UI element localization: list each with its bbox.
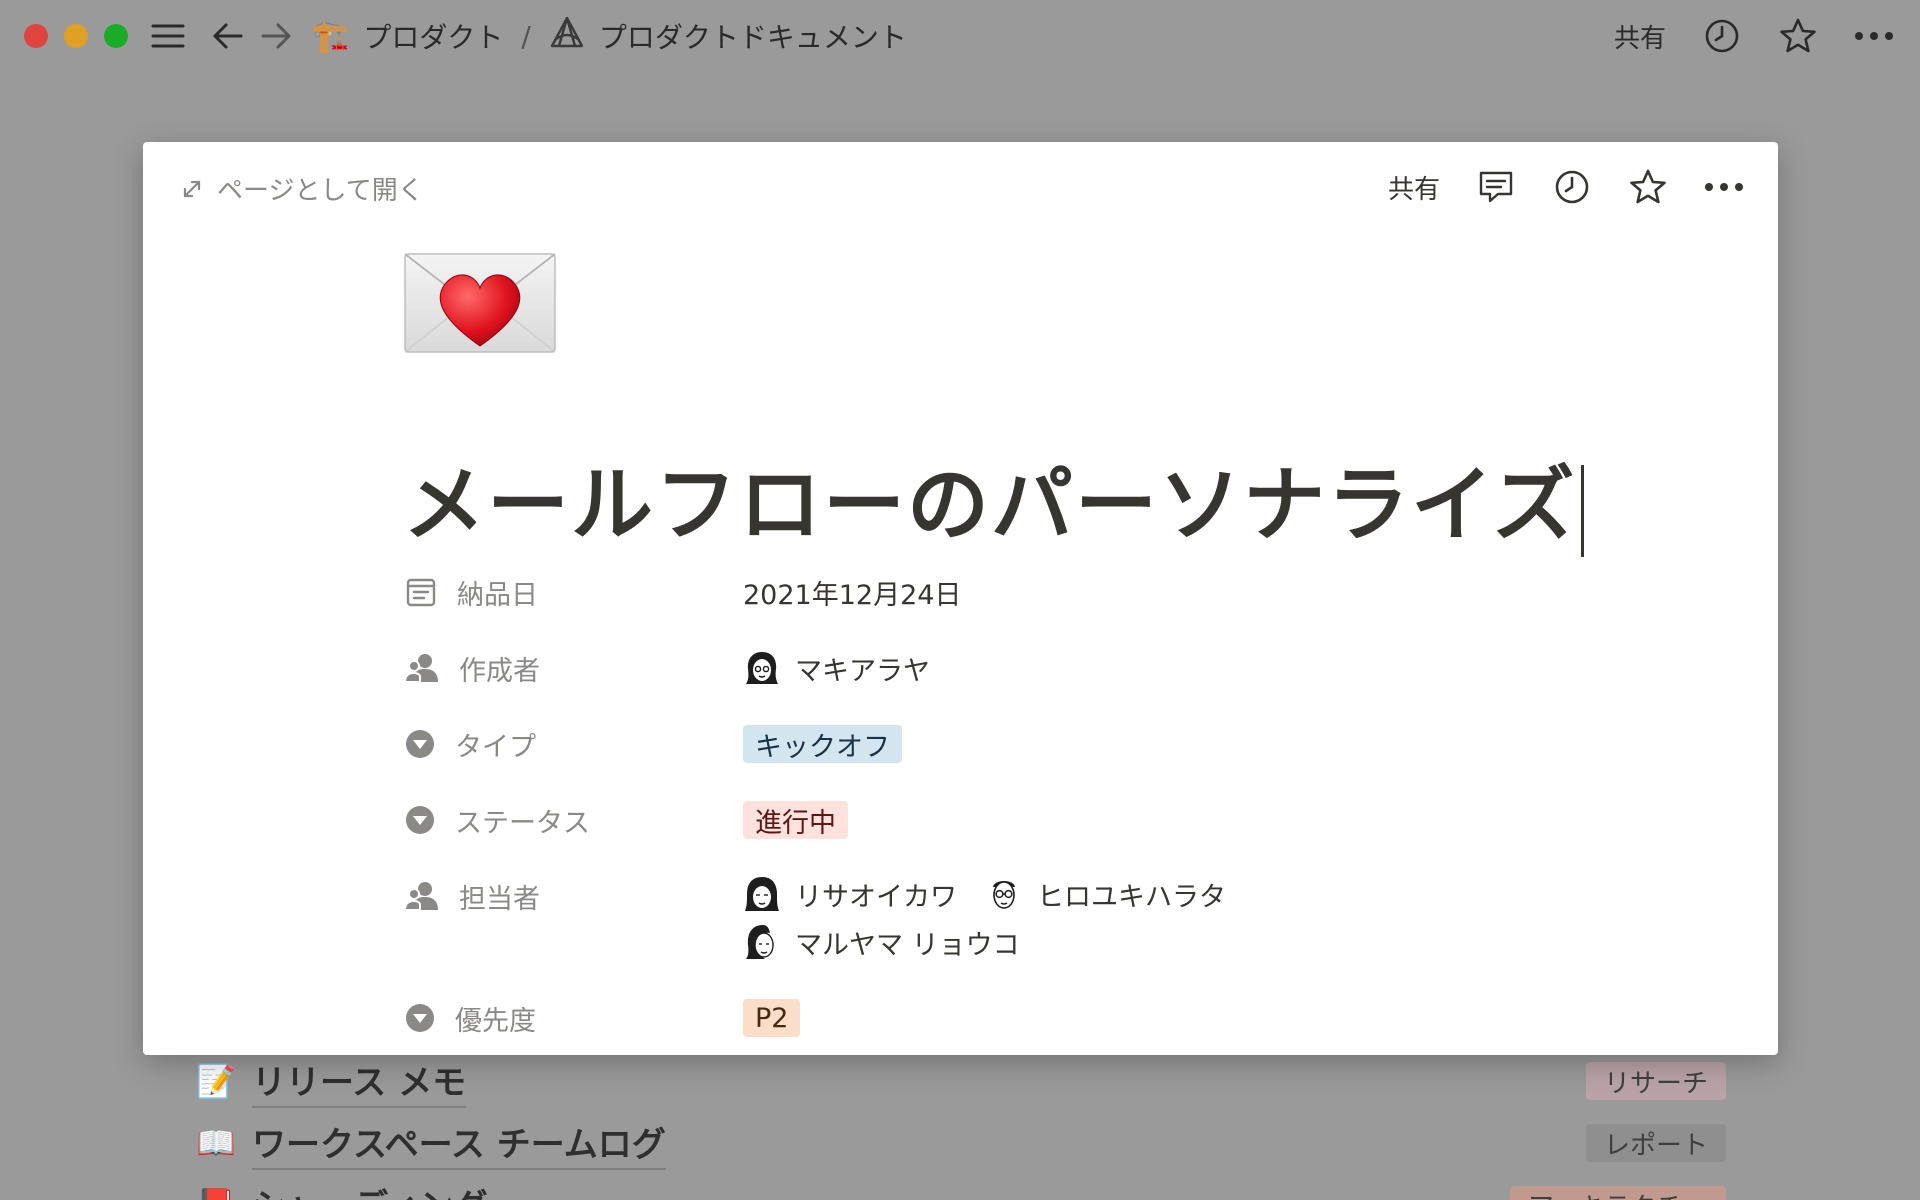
due-date-value: 2021年12月24日 [743, 579, 962, 611]
list-item-tag: アーキテクチャ [1509, 1186, 1726, 1200]
close-window-button[interactable] [24, 24, 48, 48]
person-icon [405, 654, 438, 683]
list-item-tag: リサーチ [1585, 1062, 1726, 1100]
property-value[interactable]: キックオフ [743, 718, 902, 770]
person-icon [405, 882, 438, 911]
property-label: 担当者 [459, 883, 540, 915]
property-value[interactable]: リサオイカワ ヒロユキハラタ マルヤマ リョウコ [743, 870, 1303, 966]
love-letter-icon[interactable] [403, 242, 557, 366]
property-value[interactable]: P2 [743, 992, 801, 1044]
modal-more-options-icon[interactable] [1704, 167, 1744, 207]
back-arrow-icon[interactable] [210, 18, 246, 54]
comment-icon[interactable] [1476, 167, 1516, 207]
list-item[interactable]: 📖 ワークスペース チームログ レポート [196, 1112, 1726, 1174]
property-value[interactable]: マキアラヤ [743, 642, 958, 694]
avatar [743, 875, 781, 913]
sidebar-toggle-icon[interactable] [150, 18, 186, 54]
modal-header: ページとして開く 共有 [143, 142, 1778, 232]
product-docs-icon [549, 15, 585, 57]
status-tag[interactable]: 進行中 [743, 801, 848, 839]
property-name[interactable]: タイプ [405, 718, 743, 770]
expand-icon [183, 180, 201, 197]
forward-arrow-icon[interactable] [258, 18, 294, 54]
property-label: 優先度 [455, 1005, 536, 1037]
person-name: マルヤマ リョウコ [795, 929, 1020, 961]
type-tag[interactable]: キックオフ [743, 725, 902, 763]
person-name: ヒロユキハラタ [1037, 881, 1226, 913]
property-row-creator[interactable]: 作成者 マキアラヤ [405, 642, 1605, 718]
select-icon [406, 730, 434, 758]
person-name: マキアラヤ [795, 655, 930, 687]
property-row-assignees[interactable]: 担当者 リサオイカワ ヒロユキハラタ マルヤマ リョウコ [405, 870, 1605, 992]
property-name[interactable]: 納品日 [405, 566, 743, 618]
property-row-due-date[interactable]: 納品日 2021年12月24日 [405, 566, 1605, 642]
clock-icon[interactable] [1702, 16, 1742, 56]
person-chip[interactable]: マキアラヤ [743, 644, 930, 692]
property-name[interactable]: 担当者 [405, 870, 743, 922]
breadcrumb: 🏗️ プロダクト / プロダクトドキュメント [312, 16, 907, 56]
page-title[interactable]: メールフローのパーソナライズ [403, 438, 1584, 557]
memo-icon: 📝 [196, 1062, 236, 1100]
red-book-icon: 📕 [196, 1186, 252, 1200]
window-controls [24, 24, 128, 48]
modal-actions: 共有 [1388, 162, 1744, 212]
select-icon [406, 806, 434, 834]
page-peek-modal: ページとして開く 共有 メールフローのパーソナライズ 納品日 2021年12月2… [143, 142, 1778, 1055]
list-item-title[interactable]: リリース メモ [252, 1055, 467, 1108]
property-value[interactable]: 進行中 [743, 794, 848, 846]
crane-icon: 🏗️ [312, 18, 350, 54]
property-name[interactable]: ステータス [405, 794, 743, 846]
person-name: リサオイカワ [795, 881, 957, 913]
avatar [985, 875, 1023, 913]
avatar [743, 923, 781, 961]
property-name[interactable]: 優先度 [405, 992, 743, 1044]
open-as-page-label: ページとして開く [217, 176, 424, 206]
list-item-title[interactable]: ワークスペース チームログ [252, 1117, 666, 1170]
list-item-tag: レポート [1585, 1124, 1726, 1162]
property-list: 納品日 2021年12月24日 作成者 マキアラヤ タイプ キックオフ ステータ… [405, 566, 1605, 1055]
open-as-page-button[interactable]: ページとして開く [181, 170, 424, 207]
property-row-status[interactable]: ステータス 進行中 [405, 794, 1605, 870]
property-label: 作成者 [459, 655, 540, 687]
window-titlebar: 🏗️ プロダクト / プロダクトドキュメント 共有 [0, 0, 1920, 72]
titlebar-actions: 共有 [1614, 14, 1894, 58]
property-label: ステータス [455, 807, 590, 839]
zoom-window-button[interactable] [104, 24, 128, 48]
breadcrumb-separator: / [521, 19, 531, 53]
modal-share-button[interactable]: 共有 [1388, 169, 1440, 206]
list-item[interactable]: 📕 シャーディング アーキテクチャ [196, 1174, 1726, 1200]
page-title-text: メールフローのパーソナライズ [403, 458, 1577, 553]
share-button[interactable]: 共有 [1614, 18, 1666, 55]
person-chip[interactable]: マルヤマ リョウコ [743, 918, 1020, 966]
avatar [743, 649, 781, 687]
priority-tag[interactable]: P2 [743, 999, 801, 1037]
calendar-icon [406, 578, 436, 607]
property-label: 納品日 [457, 579, 538, 611]
property-name[interactable]: 作成者 [405, 642, 743, 694]
minimize-window-button[interactable] [64, 24, 88, 48]
more-options-icon[interactable] [1854, 16, 1894, 56]
history-clock-icon[interactable] [1552, 167, 1592, 207]
property-value[interactable]: 2021年12月24日 [743, 566, 961, 618]
background-page-list: 📝 リリース メモ リサーチ 📖 ワークスペース チームログ レポート 📕 シャ… [196, 1050, 1726, 1200]
breadcrumb-item-product-docs[interactable]: プロダクトドキュメント [599, 16, 907, 56]
property-label: タイプ [455, 731, 536, 763]
person-chip[interactable]: ヒロユキハラタ [985, 870, 1226, 918]
book-icon: 📖 [196, 1124, 236, 1162]
person-chip[interactable]: リサオイカワ [743, 870, 957, 918]
property-row-priority[interactable]: 優先度 P2 [405, 992, 1605, 1055]
star-icon[interactable] [1778, 16, 1818, 56]
text-cursor [1580, 464, 1584, 557]
property-row-type[interactable]: タイプ キックオフ [405, 718, 1605, 794]
favorite-star-icon[interactable] [1628, 167, 1668, 207]
list-item[interactable]: 📝 リリース メモ リサーチ [196, 1050, 1726, 1112]
select-icon [406, 1004, 434, 1032]
breadcrumb-item-product[interactable]: プロダクト [363, 16, 503, 56]
list-item-title[interactable]: シャーディング [252, 1179, 488, 1200]
